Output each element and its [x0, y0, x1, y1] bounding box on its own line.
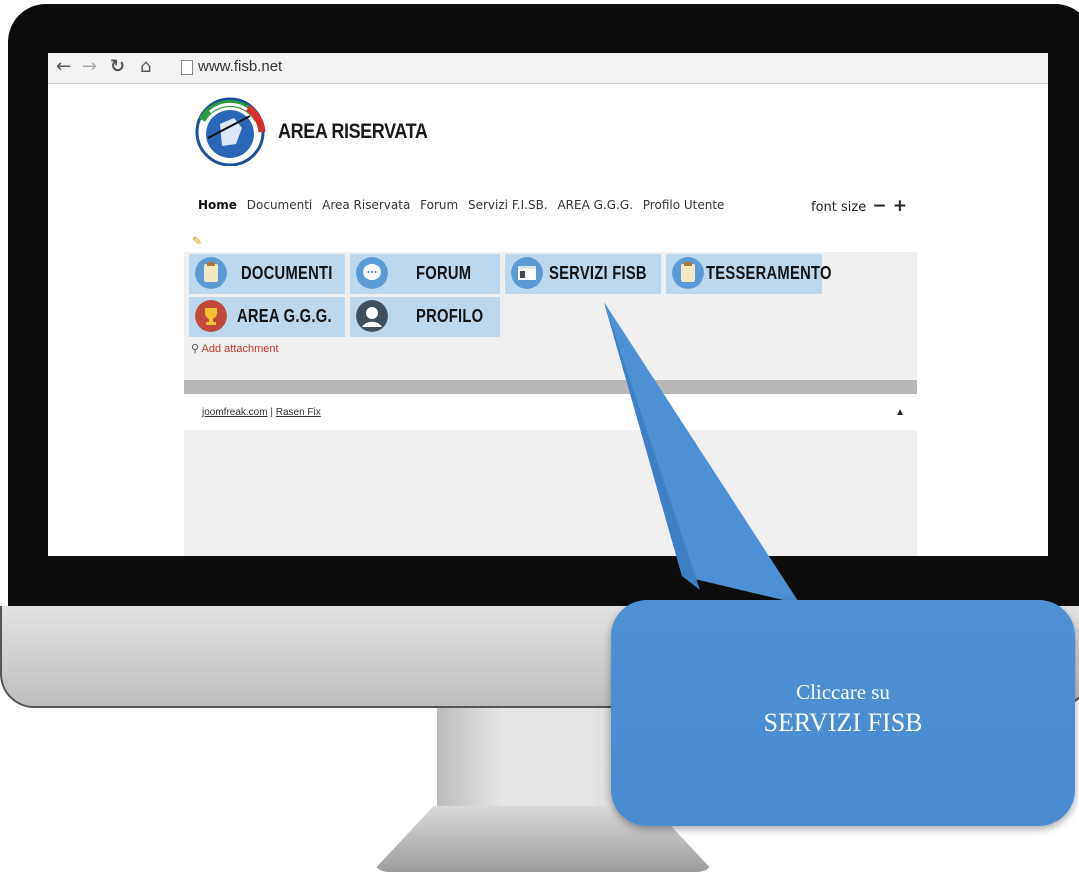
site-header: AREA RISERVATA Home Documenti Area Riser… [184, 84, 917, 252]
callout-text-line2: SERVIZI FISB [763, 708, 923, 737]
menu-item-servizi[interactable]: Servizi F.I.SB. [468, 198, 548, 212]
edit-icon[interactable]: ✎ [192, 234, 202, 248]
tile-servizi-fisb[interactable]: SERVIZI FISB [505, 254, 661, 294]
menu-item-home[interactable]: Home [198, 198, 237, 212]
tile-label: AREA G.G.G. [237, 306, 332, 326]
home-icon[interactable]: ⌂ [140, 56, 151, 77]
tile-label: SERVIZI FISB [549, 263, 647, 283]
font-size-control: font size − + [811, 196, 907, 216]
browser-window: ← → ↻ ⌂ www.fisb.net AREA RISERVATA Home… [48, 53, 1048, 556]
menu-item-area-ggg[interactable]: AREA G.G.G. [557, 198, 633, 212]
tile-label: FORUM [416, 263, 472, 283]
clipboard-icon [672, 257, 704, 289]
add-attachment-link[interactable]: ⚲ Add attachment [191, 342, 279, 355]
callout-text-line1: Cliccare su [796, 680, 890, 704]
footer-separator: | [270, 407, 273, 418]
tile-forum[interactable]: FORUM [350, 254, 500, 294]
menu-item-area-riservata[interactable]: Area Riservata [322, 198, 410, 212]
address-bar[interactable]: www.fisb.net [198, 58, 282, 75]
tile-label: DOCUMENTI [241, 263, 333, 283]
page-icon [181, 60, 193, 75]
tile-label: TESSERAMENTO [706, 263, 832, 283]
menu-item-profilo-utente[interactable]: Profilo Utente [643, 198, 725, 212]
clipboard-icon [195, 257, 227, 289]
browser-toolbar: ← → ↻ ⌂ www.fisb.net [48, 53, 1048, 84]
tile-profilo[interactable]: PROFILO [350, 297, 500, 337]
site-content: AREA RISERVATA Home Documenti Area Riser… [184, 84, 917, 556]
instruction-callout: Cliccare su SERVIZI FISB [611, 600, 1075, 826]
trophy-icon [195, 300, 227, 332]
footer-link-rasen-fix[interactable]: Rasen Fix [276, 407, 321, 418]
reload-icon[interactable]: ↻ [110, 56, 125, 77]
back-to-top-icon[interactable]: ▲ [895, 407, 905, 418]
menu-item-forum[interactable]: Forum [420, 198, 458, 212]
font-size-label: font size [811, 200, 867, 215]
add-attachment-label: Add attachment [201, 343, 279, 355]
paperclip-icon: ⚲ [191, 343, 200, 355]
footer-links: joomfreak.com | Rasen Fix [202, 407, 321, 418]
tile-documenti[interactable]: DOCUMENTI [189, 254, 345, 294]
page-title: AREA RISERVATA [278, 120, 428, 143]
footer-link-joomfreak[interactable]: joomfreak.com [202, 407, 268, 418]
arrow-right-icon[interactable]: → [82, 56, 97, 77]
user-icon [356, 300, 388, 332]
tile-area-ggg[interactable]: AREA G.G.G. [189, 297, 345, 337]
font-increase-button[interactable]: + [893, 196, 907, 216]
font-decrease-button[interactable]: − [872, 196, 886, 216]
main-menu: Home Documenti Area Riservata Forum Serv… [198, 198, 730, 212]
menu-item-documenti[interactable]: Documenti [247, 198, 313, 212]
chat-bubble-icon [356, 257, 388, 289]
content-divider [184, 380, 917, 394]
fisb-logo [195, 97, 266, 166]
browser-window-icon [511, 257, 543, 289]
tile-label: PROFILO [416, 306, 484, 326]
arrow-left-icon[interactable]: ← [56, 56, 71, 77]
site-footer: joomfreak.com | Rasen Fix ▲ [184, 394, 917, 430]
tile-tesseramento[interactable]: TESSERAMENTO [666, 254, 831, 294]
